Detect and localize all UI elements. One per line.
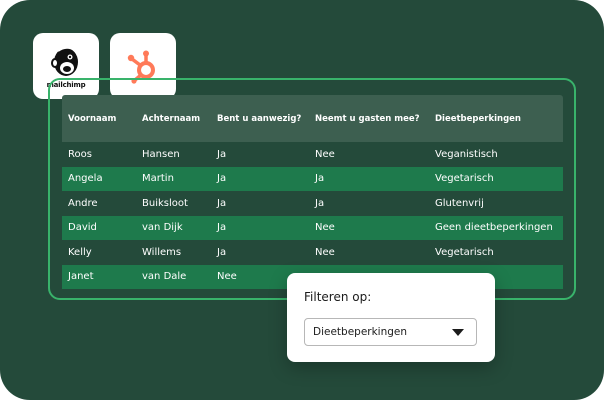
mailchimp-monkey-icon [51,46,78,76]
header-aanwezig[interactable]: Bent u aanwezig? [211,114,309,124]
cell-aanwezig: Ja [217,246,227,258]
cell-aanwezig: Ja [217,148,227,160]
filter-label: Filteren op: [304,290,372,304]
cell-voornaam: Angela [68,173,103,185]
cell-voornaam: Janet [68,271,94,283]
cell-achternaam: Buiksloot [142,197,188,209]
filter-popover: Filteren op: Dieetbeperkingen [287,273,495,362]
table-row[interactable]: Roos Hansen Ja Nee Veganistisch [62,142,563,167]
cell-achternaam: Hansen [142,148,180,160]
table-header-row: Voornaam Achternaam Bent u aanwezig? Nee… [62,95,563,142]
cell-gasten: Ja [315,173,325,185]
table-row[interactable]: Angela Martin Ja Ja Vegetarisch [62,166,563,191]
cell-voornaam: Kelly [68,246,92,258]
cell-aanwezig: Ja [217,222,227,234]
cell-achternaam: Willems [142,246,182,258]
cell-aanwezig: Ja [217,197,227,209]
cell-voornaam: Andre [68,197,98,209]
cell-achternaam: van Dijk [142,222,183,234]
cell-gasten: Nee [315,148,335,160]
cell-dieet: Vegetarisch [435,246,494,258]
header-gasten[interactable]: Neemt u gasten mee? [309,114,429,124]
background-card: mailchimp Voornaam Achternaam Bent u aan… [0,0,604,400]
caret-down-icon [452,329,464,336]
cell-aanwezig: Ja [217,173,227,185]
cell-gasten: Nee [315,222,335,234]
filter-selected-value: Dieetbeperkingen [313,326,408,338]
cell-voornaam: David [68,222,97,234]
header-dieetbeperkingen[interactable]: Dieetbeperkingen [429,114,563,124]
filter-dropdown[interactable]: Dieetbeperkingen [304,318,477,346]
table-row[interactable]: Andre Buiksloot Ja Ja Glutenvrij [62,191,563,216]
table-row[interactable]: Kelly Willems Ja Nee Vegetarisch [62,240,563,265]
header-voornaam[interactable]: Voornaam [62,114,136,124]
cell-gasten: Nee [315,246,335,258]
cell-voornaam: Roos [68,148,92,160]
cell-dieet: Geen dieetbeperkingen [435,222,553,234]
guest-table: Voornaam Achternaam Bent u aanwezig? Nee… [62,95,563,289]
table-row[interactable]: David van Dijk Ja Nee Geen dieetbeperkin… [62,215,563,240]
header-achternaam[interactable]: Achternaam [136,114,211,124]
cell-dieet: Veganistisch [435,148,498,160]
cell-achternaam: van Dale [142,271,187,283]
cell-achternaam: Martin [142,173,174,185]
cell-gasten: Ja [315,197,325,209]
cell-dieet: Vegetarisch [435,173,494,185]
cell-dieet: Glutenvrij [435,197,484,209]
